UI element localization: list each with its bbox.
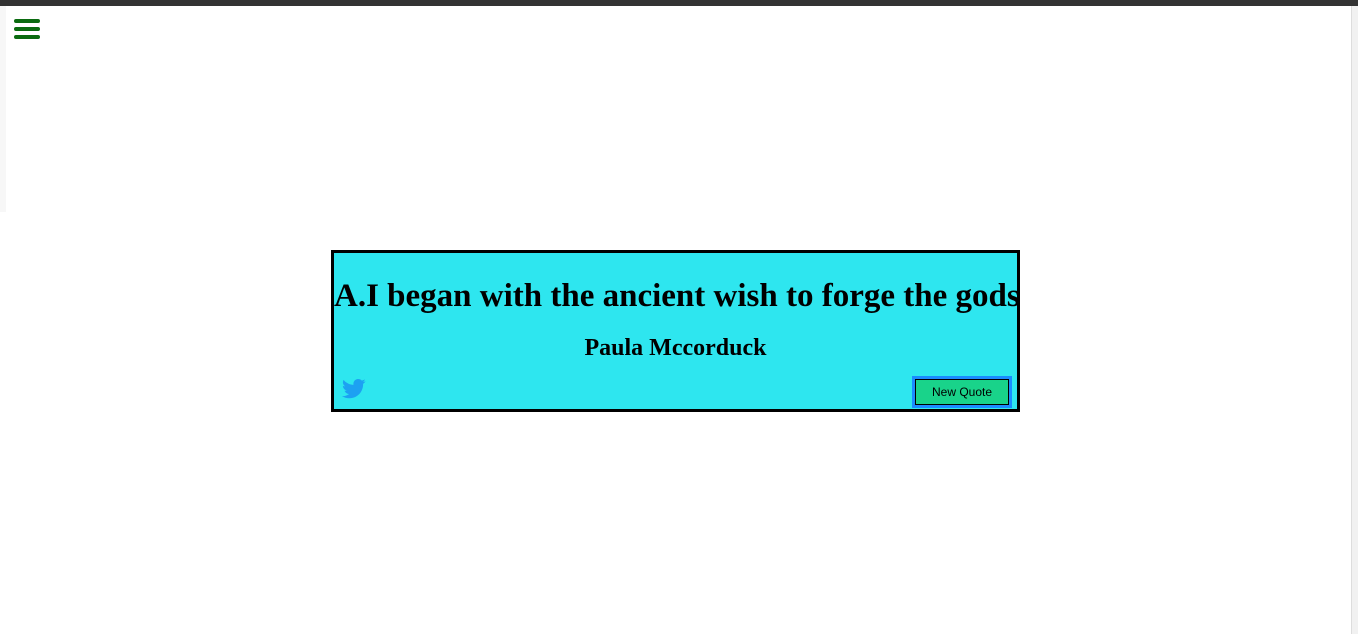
- sidebar-panel: [0, 6, 6, 212]
- quote-text: A.I began with the ancient wish to forge…: [334, 278, 1020, 314]
- quote-author: Paula Mccorduck: [584, 335, 767, 361]
- menu-button[interactable]: [14, 17, 42, 41]
- twitter-icon: [342, 379, 366, 399]
- page-scrollbar[interactable]: [1351, 6, 1358, 634]
- new-quote-button[interactable]: New Quote: [912, 376, 1012, 408]
- hamburger-menu-icon: [14, 19, 40, 39]
- tweet-quote-link[interactable]: [342, 379, 366, 399]
- top-bar: [0, 0, 1358, 6]
- quote-box: A.I began with the ancient wish to forge…: [331, 250, 1020, 412]
